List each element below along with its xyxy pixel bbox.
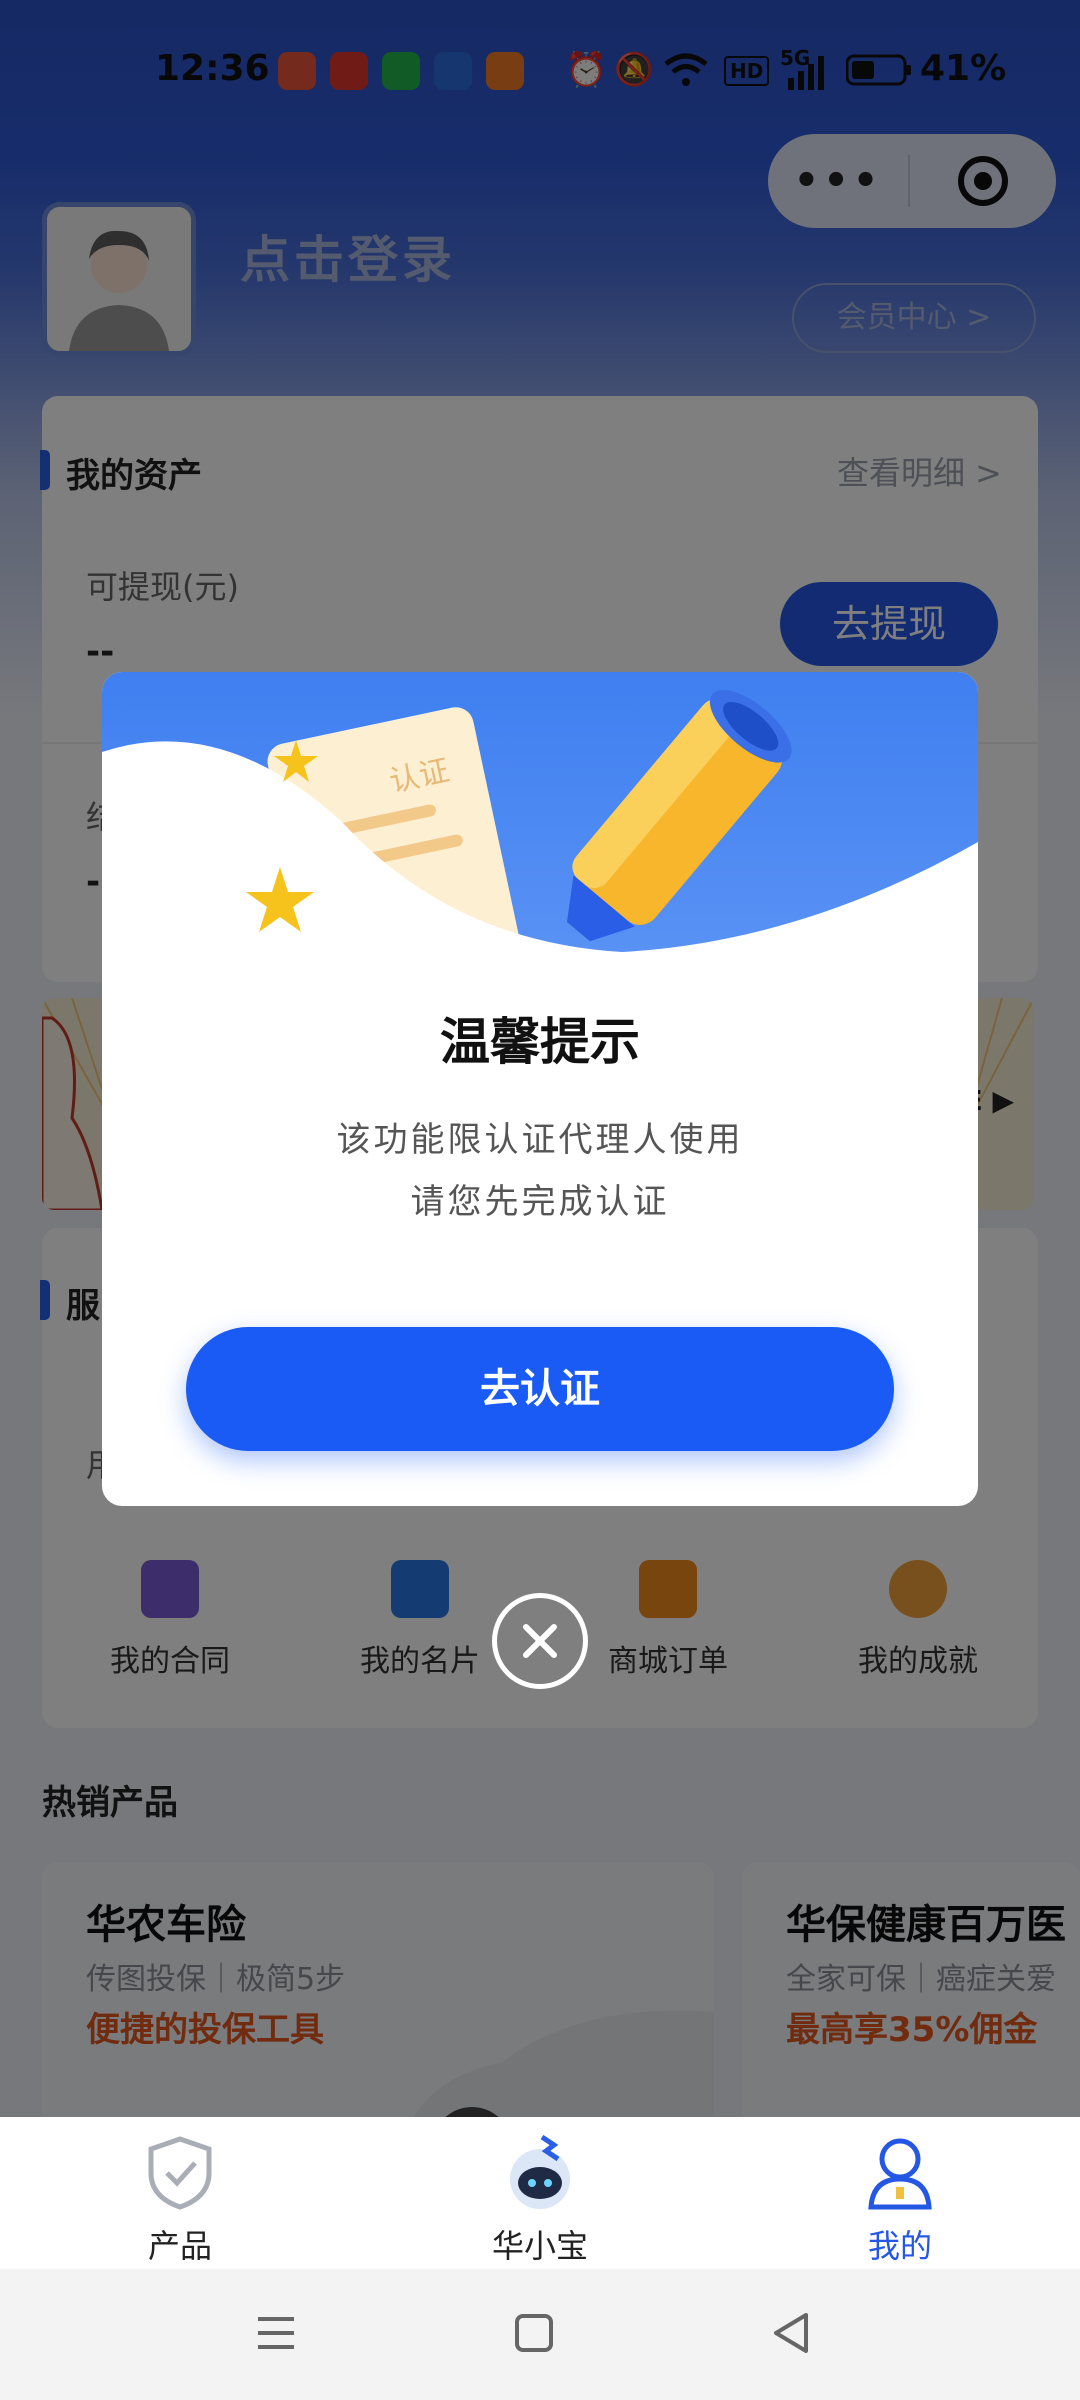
menu-icon[interactable] [256,2313,296,2353]
tab-label: 我的 [867,2227,932,2265]
tab-label: 华小宝 [491,2227,588,2265]
dialog-title: 温馨提示 [440,1013,640,1071]
close-icon [523,1624,557,1658]
tab-label: 产品 [147,2227,212,2265]
go-certify-button[interactable]: 去认证 [186,1327,894,1451]
shield-check-icon [148,2136,212,2210]
robot-icon [510,2134,570,2209]
user-icon [868,2138,932,2210]
system-navigation-bar [0,2269,1080,2400]
tab-mine[interactable]: 我的 [800,2135,1000,2267]
certification-illustration: 认证 [102,689,978,972]
auth-dialog: 认证 温馨提示 该功能限认证代理人使用 请您先完成认证 去认证 [102,672,978,1506]
back-icon[interactable] [770,2311,810,2355]
tab-huaxiaobao[interactable]: 华小宝 [440,2134,640,2267]
dialog-message-line2: 请您先完成认证 [410,1182,670,1222]
dialog-message-line1: 该功能限认证代理人使用 [336,1120,744,1160]
tab-products[interactable]: 产品 [80,2135,280,2267]
close-dialog-button[interactable] [492,1593,588,1689]
tab-bar: 产品 华小宝 我的 [0,2117,1080,2269]
home-icon[interactable] [514,2313,554,2353]
